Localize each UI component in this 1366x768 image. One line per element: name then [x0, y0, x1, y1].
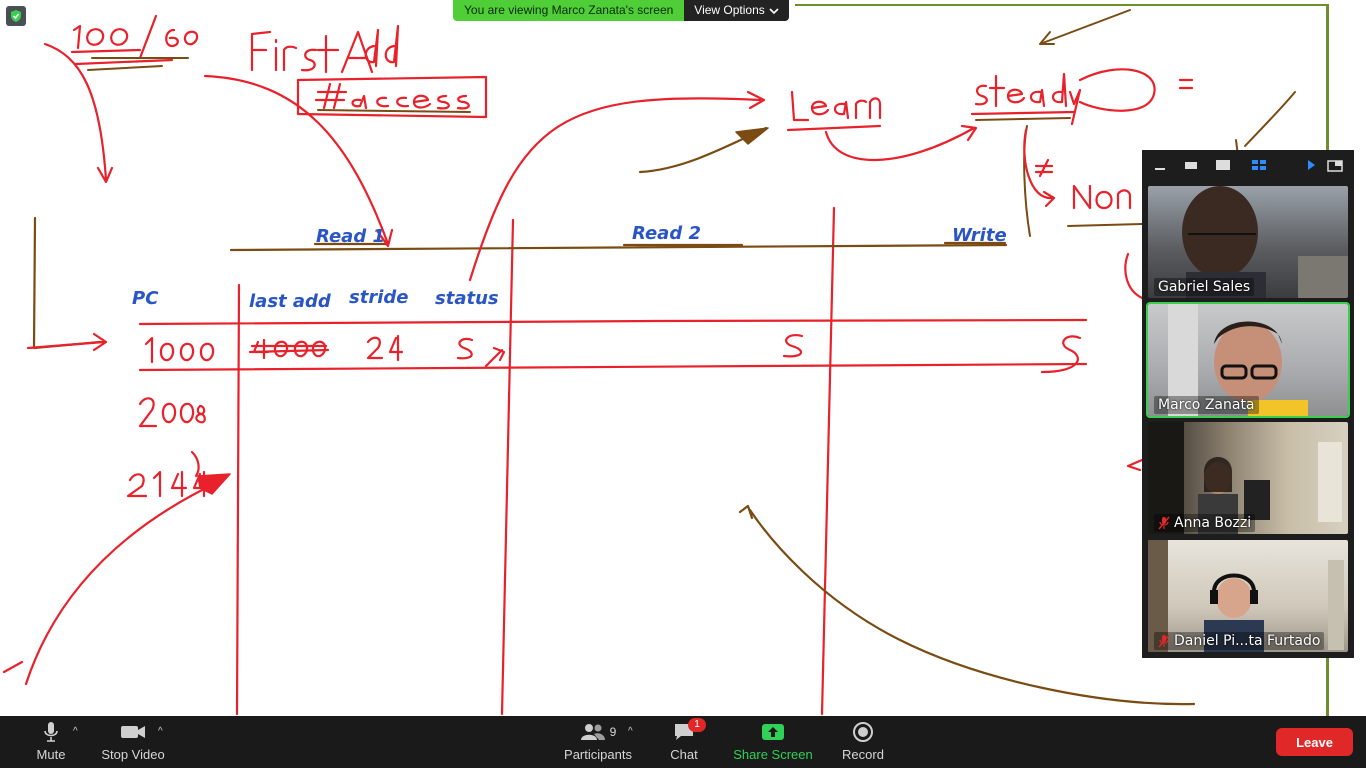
header-write: Write: [952, 225, 1007, 246]
stop-video-label: Stop Video: [101, 747, 165, 762]
participant-name-label: Gabriel Sales: [1154, 278, 1255, 296]
video-tile[interactable]: Anna Bozzi: [1148, 422, 1348, 534]
mute-label: Mute: [36, 747, 66, 762]
participants-count: 9: [609, 725, 617, 739]
chat-label: Chat: [670, 747, 698, 762]
video-tile-active-speaker[interactable]: Marco Zanata: [1146, 302, 1350, 418]
video-camera-icon: [121, 726, 145, 738]
col-line-3: [820, 206, 836, 716]
row-line-bottom: [138, 362, 1088, 372]
gallery-view-icon[interactable]: [1251, 157, 1267, 173]
view-options-button[interactable]: View Options: [684, 0, 789, 21]
share-border-top: [795, 4, 1329, 6]
record-icon: [853, 722, 873, 742]
column-pc: PC: [132, 288, 159, 309]
meeting-toolbar: Mute ^ Stop Video ^ 9 Participants ^ 1 C…: [0, 716, 1366, 768]
muted-mic-icon: [1158, 634, 1170, 648]
participant-name-label: Marco Zanata: [1154, 396, 1259, 414]
share-screen-label: Share Screen: [733, 747, 813, 762]
screen-share-banner: You are viewing Marco Zanata's screen Vi…: [453, 0, 789, 21]
microphone-icon: [44, 722, 58, 742]
mute-button[interactable]: Mute: [26, 716, 76, 768]
col-line-1: [235, 283, 241, 716]
share-screen-icon: [762, 724, 784, 740]
pop-out-icon[interactable]: [1327, 157, 1343, 173]
share-screen-button[interactable]: Share Screen: [730, 716, 816, 768]
record-label: Record: [842, 747, 884, 762]
stop-video-button[interactable]: Stop Video: [98, 716, 168, 768]
strip-view-icon[interactable]: [1215, 157, 1231, 173]
viewing-text: You are viewing Marco Zanata's screen: [453, 0, 685, 21]
video-options-caret-icon[interactable]: ^: [158, 726, 163, 737]
security-shield-icon[interactable]: [6, 6, 26, 26]
video-panel-toolbar: [1142, 150, 1354, 180]
header-read-2: Read 2: [632, 223, 701, 244]
view-options-label: View Options: [694, 3, 765, 17]
participant-name-label: Anna Bozzi: [1154, 514, 1256, 532]
speaker-view-icon[interactable]: [1183, 157, 1199, 173]
chevron-down-icon: [769, 7, 779, 14]
column-status: status: [435, 288, 499, 309]
muted-mic-icon: [1158, 516, 1170, 530]
participants-label: Participants: [564, 747, 632, 762]
participants-button[interactable]: 9 Participants: [560, 716, 636, 768]
column-stride: stride: [349, 287, 409, 308]
col-line-2: [500, 218, 515, 716]
video-tile[interactable]: Gabriel Sales: [1148, 186, 1348, 298]
audio-options-caret-icon[interactable]: ^: [73, 726, 78, 737]
participant-name-label: Daniel Pi...ta Furtado: [1154, 632, 1325, 650]
minimize-icon[interactable]: [1152, 157, 1168, 173]
play-arrow-icon[interactable]: [1303, 157, 1319, 173]
row-line-top: [138, 318, 1088, 326]
video-tile[interactable]: Daniel Pi...ta Furtado: [1148, 540, 1348, 652]
header-read-1: Read 1: [316, 226, 385, 247]
column-last-add: last add: [249, 291, 331, 312]
leave-button[interactable]: Leave: [1276, 728, 1353, 756]
chat-unread-badge: 1: [688, 718, 706, 732]
participants-icon: [580, 724, 605, 740]
video-panel: Gabriel Sales Marco Zanata Anna Bozzi Da…: [1142, 150, 1354, 658]
participants-options-caret-icon[interactable]: ^: [628, 726, 633, 737]
record-button[interactable]: Record: [838, 716, 888, 768]
chat-button[interactable]: 1 Chat: [664, 716, 706, 768]
